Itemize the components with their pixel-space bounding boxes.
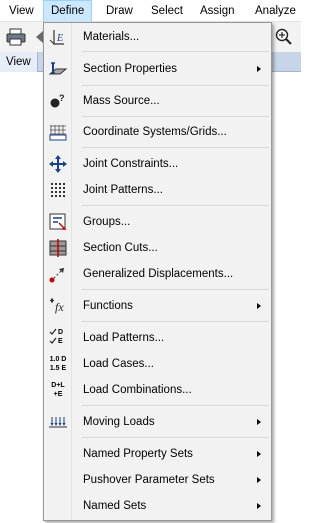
load-combinations-icon-text: +E xyxy=(53,391,63,398)
menu-item-label: Coordinate Systems/Grids... xyxy=(83,126,227,138)
section-properties-icon xyxy=(47,59,69,79)
menu-item-label: Named Sets xyxy=(83,500,147,512)
menu-item-section-cuts[interactable]: Section Cuts... xyxy=(45,236,270,260)
load-patterns-icon-text: E xyxy=(58,338,63,345)
menu-separator xyxy=(82,289,269,290)
menu-separator xyxy=(82,51,269,52)
load-patterns-icon-text: D xyxy=(58,329,64,336)
submenu-arrow-icon xyxy=(257,66,261,72)
menu-define[interactable]: Define xyxy=(43,0,93,23)
menu-item-label: Named Property Sets xyxy=(83,448,193,460)
menu-item-load-patterns[interactable]: D E Load Patterns... xyxy=(45,326,270,350)
menu-select[interactable]: Select xyxy=(144,0,190,22)
menu-item-label: Load Combinations... xyxy=(83,384,192,396)
menu-draw[interactable]: Draw xyxy=(99,0,140,22)
menu-item-section-properties[interactable]: Section Properties xyxy=(45,57,270,81)
moving-loads-icon xyxy=(47,412,69,432)
menu-item-named-property-sets[interactable]: Named Property Sets xyxy=(45,442,270,466)
functions-icon-text: fx xyxy=(55,300,64,314)
svg-text:E: E xyxy=(56,33,63,44)
submenu-arrow-icon xyxy=(257,303,261,309)
joint-constraints-icon xyxy=(47,154,69,174)
menu-item-load-combinations[interactable]: D+L +E Load Combinations... xyxy=(45,378,270,402)
menu-item-label: Pushover Parameter Sets xyxy=(83,474,215,486)
menu-item-coordinate-systems[interactable]: Coordinate Systems/Grids... xyxy=(45,120,270,144)
menu-analyze[interactable]: Analyze xyxy=(248,0,303,22)
menu-item-label: Load Patterns... xyxy=(83,332,165,344)
menu-item-label: Joint Constraints... xyxy=(83,158,179,170)
load-cases-icon-text: 1.0 D xyxy=(49,356,67,363)
menu-item-label: Materials... xyxy=(83,31,140,43)
menu-separator xyxy=(82,405,269,406)
menu-item-mass-source[interactable]: ? Mass Source... xyxy=(45,89,270,113)
menu-item-named-sets[interactable]: Named Sets xyxy=(45,494,270,518)
menu-item-load-cases[interactable]: 1.0 D 1.5 E Load Cases... xyxy=(45,352,270,376)
load-combinations-icon-text: D+L xyxy=(51,382,65,389)
menu-item-label: Mass Source... xyxy=(83,95,160,107)
menu-item-label: Load Cases... xyxy=(83,358,154,370)
load-patterns-icon: D E xyxy=(47,328,69,348)
menu-item-materials[interactable]: E Materials... xyxy=(45,25,270,49)
menu-item-label: Section Cuts... xyxy=(83,242,158,254)
menu-item-label: Generalized Displacements... xyxy=(83,268,234,280)
mass-source-icon: ? xyxy=(47,91,69,111)
menu-item-joint-patterns[interactable]: Joint Patterns... xyxy=(45,178,270,202)
load-cases-icon-text: 1.5 E xyxy=(49,365,67,372)
menu-separator xyxy=(82,85,269,86)
menu-item-pushover-parameter-sets[interactable]: Pushover Parameter Sets xyxy=(45,468,270,492)
joint-patterns-icon xyxy=(47,180,69,200)
print-button[interactable] xyxy=(4,25,28,49)
menu-view[interactable]: View xyxy=(2,0,41,22)
printer-icon xyxy=(6,28,26,46)
menu-item-groups[interactable]: Groups... xyxy=(45,210,270,234)
grid-icon xyxy=(47,122,69,142)
generalized-displacements-icon xyxy=(47,264,69,284)
menu-item-generalized-displacements[interactable]: Generalized Displacements... xyxy=(45,262,270,286)
menu-assign[interactable]: Assign xyxy=(193,0,242,22)
menu-item-label: Functions xyxy=(83,300,133,312)
groups-icon xyxy=(47,212,69,232)
menu-item-label: Moving Loads xyxy=(83,416,155,428)
menu-item-label: Joint Patterns... xyxy=(83,184,163,196)
menu-bar: View Define Draw Select Assign Analyze xyxy=(0,0,303,23)
submenu-arrow-icon xyxy=(257,451,261,457)
view-tab[interactable]: View xyxy=(0,52,38,72)
submenu-arrow-icon xyxy=(257,503,261,509)
menu-separator xyxy=(82,321,269,322)
menu-item-functions[interactable]: fx Functions xyxy=(45,294,270,318)
materials-icon: E xyxy=(47,27,69,47)
submenu-arrow-icon xyxy=(257,419,261,425)
zoom-in-icon xyxy=(275,28,292,45)
svg-text:?: ? xyxy=(59,93,65,103)
define-dropdown-menu: E Materials... Section Properties ? Mass… xyxy=(43,22,272,521)
section-cuts-icon xyxy=(47,238,69,258)
menu-separator xyxy=(82,437,269,438)
menu-item-joint-constraints[interactable]: Joint Constraints... xyxy=(45,152,270,176)
menu-separator xyxy=(82,205,269,206)
menu-separator xyxy=(82,147,269,148)
zoom-in-button[interactable] xyxy=(272,25,296,49)
menu-item-label: Section Properties xyxy=(83,63,177,75)
submenu-arrow-icon xyxy=(257,477,261,483)
menu-item-label: Groups... xyxy=(83,216,131,228)
load-cases-icon: 1.0 D 1.5 E xyxy=(47,354,69,374)
load-combinations-icon: D+L +E xyxy=(47,380,69,400)
menu-item-moving-loads[interactable]: Moving Loads xyxy=(45,410,270,434)
functions-icon: fx xyxy=(47,296,69,316)
menu-separator xyxy=(82,116,269,117)
